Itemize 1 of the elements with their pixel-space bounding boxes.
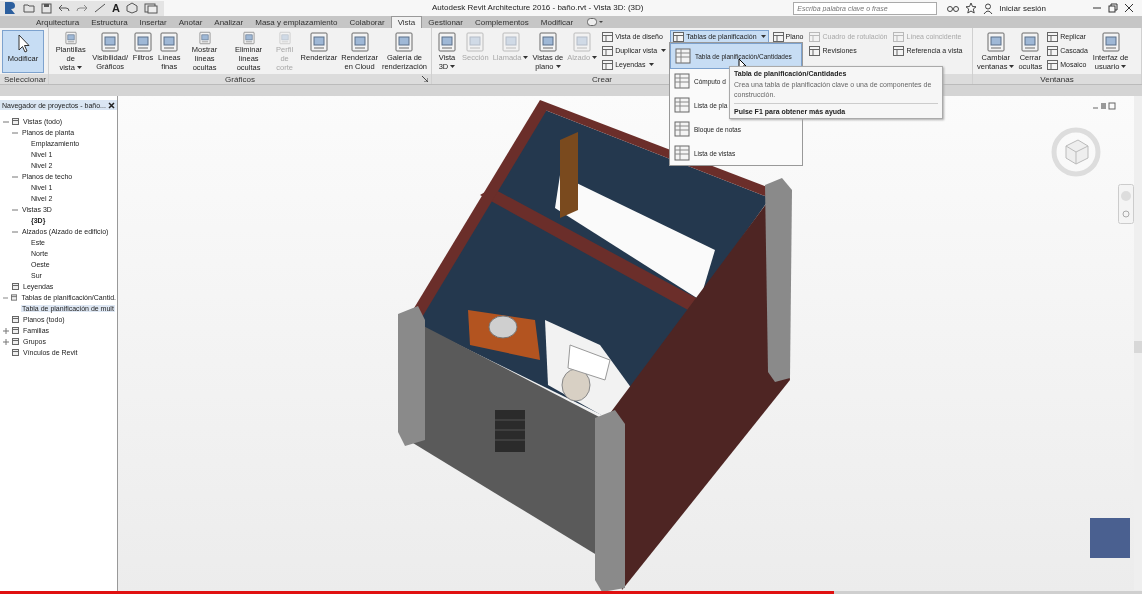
window-title: Autodesk Revit Architecture 2016 - baño.rvt - Vista 3D: (3D) (432, 3, 644, 12)
